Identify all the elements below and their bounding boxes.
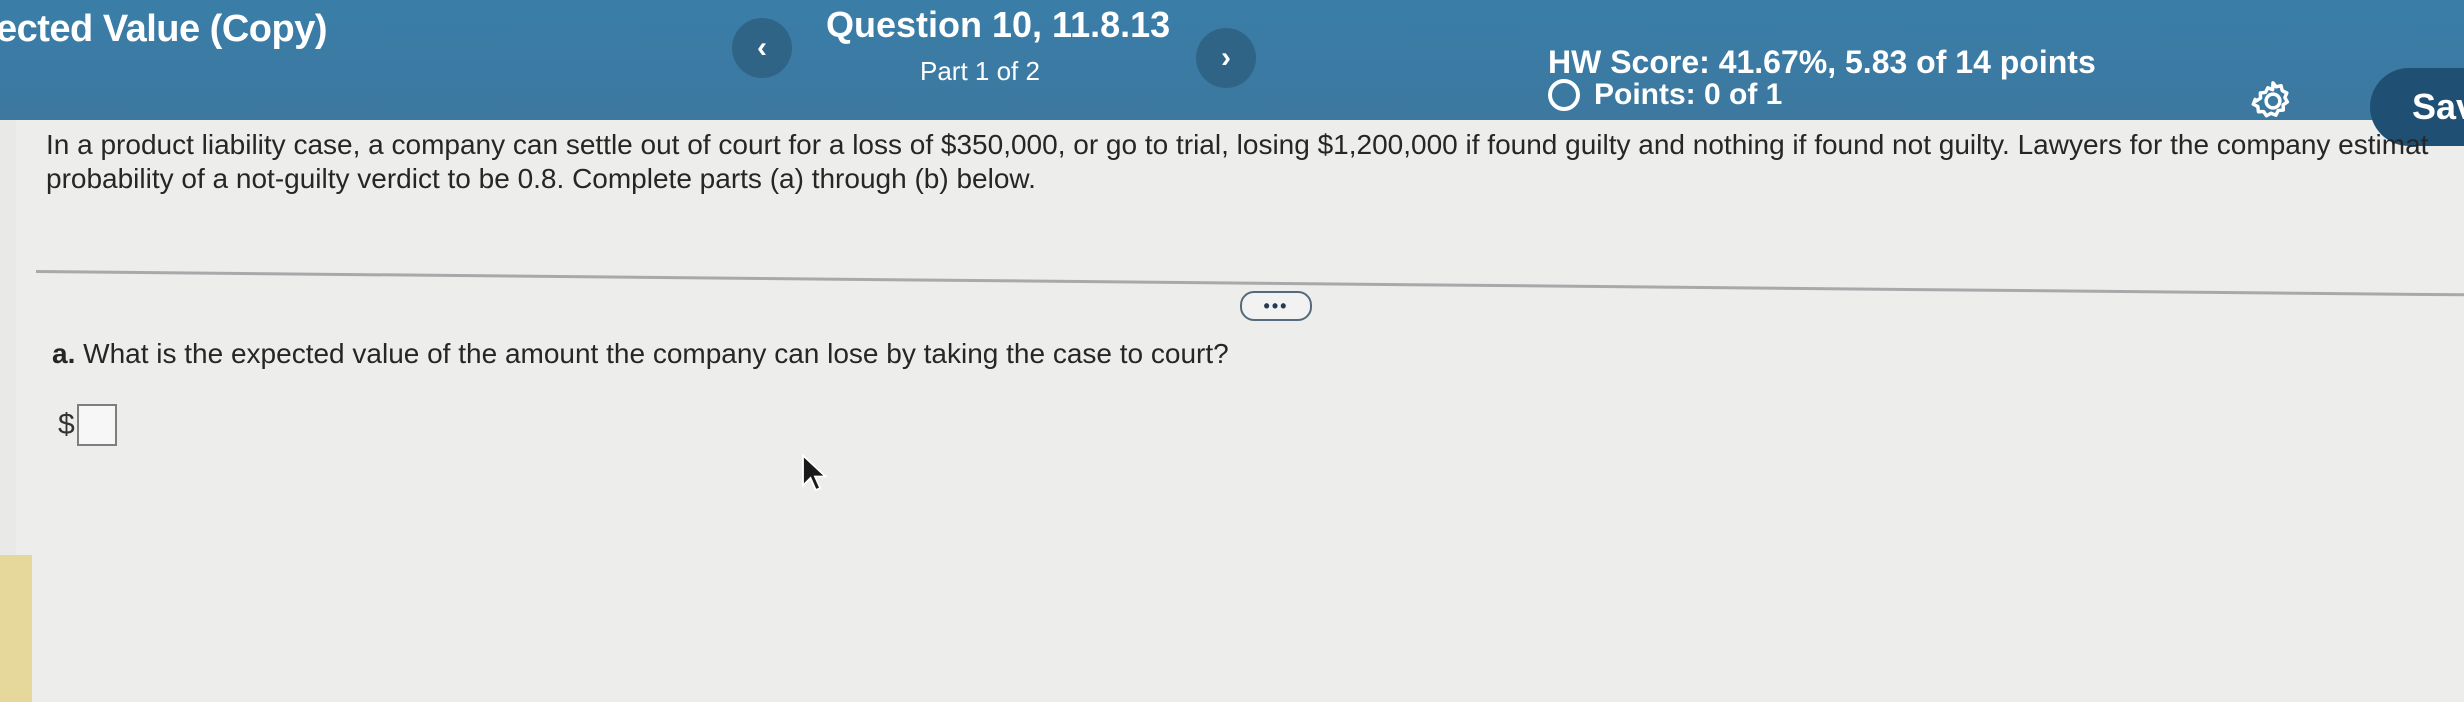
content-area bbox=[16, 108, 2464, 702]
previous-question-button[interactable]: ‹ bbox=[732, 18, 792, 78]
problem-line-1: In a product liability case, a company c… bbox=[46, 129, 2429, 160]
currency-prefix: $ bbox=[58, 408, 75, 441]
mouse-cursor-icon bbox=[802, 454, 828, 492]
gear-icon[interactable] bbox=[2250, 78, 2296, 124]
next-question-button[interactable]: › bbox=[1196, 28, 1256, 88]
answer-input[interactable] bbox=[76, 404, 117, 446]
question-part: Part 1 of 2 bbox=[920, 56, 1040, 86]
problem-line-2: probability of a not-guilty verdict to b… bbox=[46, 163, 1036, 194]
part-a-text: What is the expected value of the amount… bbox=[83, 338, 1229, 369]
header-bar: ected Value (Copy) ‹ Question 10, 11.8.1… bbox=[0, 0, 2464, 146]
answer-row: $ bbox=[58, 404, 117, 446]
part-a-question: a. What is the expected value of the amo… bbox=[52, 338, 1229, 370]
left-accent-strip bbox=[0, 555, 32, 702]
page: ected Value (Copy) ‹ Question 10, 11.8.1… bbox=[0, 0, 2464, 702]
more-options-button[interactable]: ••• bbox=[1240, 291, 1312, 321]
part-a-label: a. bbox=[52, 338, 76, 369]
problem-statement: In a product liability case, a company c… bbox=[46, 128, 2464, 196]
circle-icon bbox=[1548, 79, 1580, 111]
points-status: Points: 0 of 1 bbox=[1548, 78, 1782, 112]
chevron-right-icon: › bbox=[1221, 41, 1231, 74]
chevron-left-icon: ‹ bbox=[757, 31, 767, 64]
points-label: Points: 0 of 1 bbox=[1594, 78, 1783, 111]
hw-score: HW Score: 41.67%, 5.83 of 14 points bbox=[1548, 44, 2096, 80]
assignment-title: ected Value (Copy) bbox=[0, 8, 327, 50]
question-title: Question 10, 11.8.13 bbox=[826, 4, 1171, 45]
